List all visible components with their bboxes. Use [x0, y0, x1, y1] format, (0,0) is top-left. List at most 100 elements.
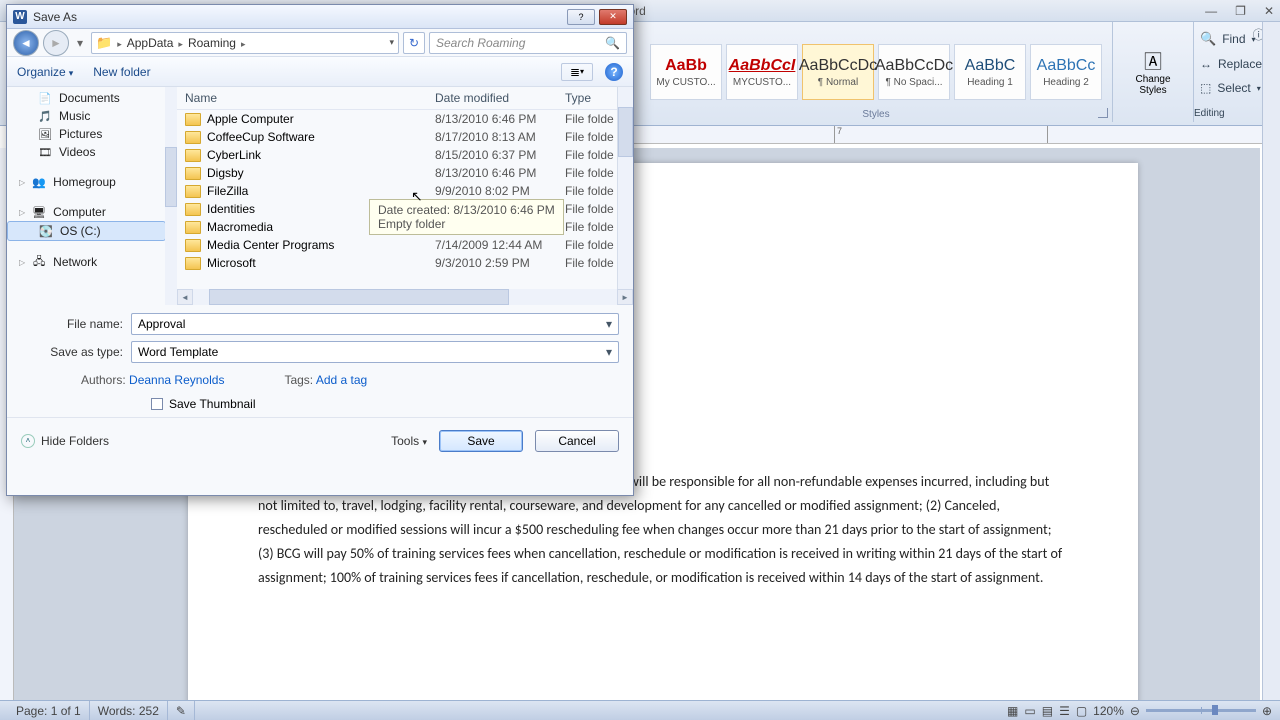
chevron-down-icon[interactable]: ▾	[606, 345, 612, 359]
file-row[interactable]: Media Center Programs7/14/2009 12:44 AMF…	[177, 236, 633, 254]
dialog-help-icon[interactable]: ?	[567, 9, 595, 25]
word-app-icon: W	[13, 10, 27, 24]
zoom-slider[interactable]	[1146, 709, 1256, 712]
computer-icon: 🖥	[31, 205, 47, 219]
chevron-down-icon[interactable]: ▾	[606, 317, 612, 331]
breadcrumb-segment[interactable]: Roaming	[188, 36, 236, 50]
close-icon[interactable]: ✕	[1264, 4, 1274, 18]
restore-icon[interactable]: ❐	[1235, 4, 1246, 18]
nav-computer[interactable]: ▷🖥Computer	[7, 203, 166, 221]
address-bar[interactable]: 📁 AppData Roaming ▾	[91, 32, 399, 54]
zoom-in-button[interactable]: ⊕	[1262, 704, 1272, 718]
search-input[interactable]: Search Roaming 🔍	[429, 32, 627, 54]
nav-homegroup[interactable]: ▷👥Homegroup	[7, 173, 166, 191]
search-icon: 🔍	[1200, 31, 1216, 47]
videos-icon: 🎞	[37, 145, 53, 159]
style-item[interactable]: AaBbCcHeading 2	[1030, 44, 1102, 100]
save-button[interactable]: Save	[439, 430, 523, 452]
change-styles-icon: 🄰	[1144, 48, 1162, 74]
find-button[interactable]: 🔍Find ▾	[1200, 28, 1256, 50]
replace-button[interactable]: ↔Replace	[1200, 54, 1262, 74]
nav-forward-button[interactable]: ►	[43, 30, 69, 56]
folder-icon	[185, 239, 201, 252]
file-row[interactable]: Apple Computer8/13/2010 6:46 PMFile fold…	[177, 110, 633, 128]
dialog-help-button[interactable]: ?	[605, 63, 623, 81]
search-icon[interactable]: 🔍	[605, 36, 620, 50]
col-type[interactable]: Type	[565, 91, 625, 105]
nav-music[interactable]: 🎵Music	[7, 107, 166, 125]
navigation-pane[interactable]: 📄Documents 🎵Music 🖼Pictures 🎞Videos ▷👥Ho…	[7, 87, 167, 273]
nav-documents[interactable]: 📄Documents	[7, 89, 166, 107]
folder-icon	[185, 149, 201, 162]
folder-icon	[185, 221, 201, 234]
breadcrumb-segment[interactable]: AppData	[127, 36, 174, 50]
style-item[interactable]: AaBbCcIMYCUSTO...	[726, 44, 798, 100]
folder-icon	[185, 257, 201, 270]
zoom-out-button[interactable]: ⊖	[1130, 704, 1140, 718]
view-print-layout-icon[interactable]: ▦	[1007, 704, 1018, 718]
file-row[interactable]: Digsby8/13/2010 6:46 PMFile folde	[177, 164, 633, 182]
proofing-icon[interactable]: ✎	[168, 701, 195, 720]
file-row[interactable]: CoffeeCup Software8/17/2010 8:13 AMFile …	[177, 128, 633, 146]
style-item[interactable]: AaBbCHeading 1	[954, 44, 1026, 100]
savetype-select[interactable]: Word Template▾	[131, 341, 619, 363]
hide-folders-button[interactable]: ˄ Hide Folders	[21, 434, 109, 448]
address-dropdown[interactable]: ▾	[389, 37, 394, 48]
dialog-title: Save As	[33, 10, 77, 24]
style-item[interactable]: AaBbMy CUSTO...	[650, 44, 722, 100]
filename-input[interactable]: Approval▾	[131, 313, 619, 335]
search-placeholder: Search Roaming	[436, 36, 525, 50]
new-folder-button[interactable]: New folder	[93, 65, 150, 79]
style-item[interactable]: AaBbCcDc¶ No Spaci...	[878, 44, 950, 100]
file-list[interactable]: Name Date modified Type Apple Computer8/…	[177, 87, 633, 305]
file-row[interactable]: CyberLink8/15/2010 6:37 PMFile folde	[177, 146, 633, 164]
nav-drive-c[interactable]: 💽OS (C:)	[7, 221, 166, 241]
nav-network[interactable]: ▷🖧Network	[7, 253, 166, 271]
save-as-dialog: W Save As ? ✕ ◄ ► ▾ 📁 AppData Roaming ▾ …	[6, 4, 634, 496]
view-draft-icon[interactable]: ▢	[1076, 704, 1087, 718]
styles-gallery[interactable]: AaBbMy CUSTO...AaBbCcIMYCUSTO...AaBbCcDc…	[640, 22, 1113, 122]
save-thumbnail-checkbox[interactable]	[151, 398, 163, 410]
file-row[interactable]: Microsoft9/3/2010 2:59 PMFile folde	[177, 254, 633, 272]
view-fullscreen-icon[interactable]: ▭	[1024, 704, 1035, 718]
filelist-vertical-scrollbar[interactable]	[617, 87, 633, 289]
select-button[interactable]: ⬚Select ▾	[1200, 78, 1261, 98]
col-name[interactable]: Name	[185, 91, 435, 105]
folder-icon	[185, 203, 201, 216]
styles-dialog-launcher[interactable]	[1098, 108, 1108, 118]
view-web-icon[interactable]: ▤	[1042, 704, 1053, 718]
status-words[interactable]: Words: 252	[90, 701, 168, 720]
view-options[interactable]: ≣ ▾	[561, 63, 593, 81]
col-date[interactable]: Date modified	[435, 91, 565, 105]
status-page[interactable]: Page: 1 of 1	[8, 701, 90, 720]
authors-label: Authors:	[81, 373, 126, 387]
nav-back-button[interactable]: ◄	[13, 30, 39, 56]
file-list-header[interactable]: Name Date modified Type	[177, 87, 633, 110]
styles-group-label: Styles	[640, 107, 1112, 122]
filelist-horizontal-scrollbar[interactable]: ◄►	[177, 289, 633, 305]
zoom-level[interactable]: 120%	[1093, 704, 1124, 718]
view-outline-icon[interactable]: ☰	[1059, 704, 1070, 718]
nav-pictures[interactable]: 🖼Pictures	[7, 125, 166, 143]
cancel-button[interactable]: Cancel	[535, 430, 619, 452]
change-styles-group[interactable]: 🄰 Change Styles	[1113, 22, 1194, 122]
authors-link[interactable]: Deanna Reynolds	[129, 373, 224, 387]
dialog-footer: ˄ Hide Folders Tools ▾ Save Cancel	[7, 417, 633, 463]
dialog-close-icon[interactable]: ✕	[599, 9, 627, 25]
minimize-icon[interactable]: —	[1205, 4, 1217, 18]
network-icon: 🖧	[31, 255, 47, 269]
save-thumbnail-label[interactable]: Save Thumbnail	[169, 397, 256, 411]
file-row[interactable]: FileZilla9/9/2010 8:02 PMFile folde	[177, 182, 633, 200]
tags-link[interactable]: Add a tag	[316, 373, 367, 387]
nav-history-dropdown[interactable]: ▾	[73, 36, 87, 50]
music-icon: 🎵	[37, 109, 53, 123]
style-item[interactable]: AaBbCcDc¶ Normal	[802, 44, 874, 100]
vertical-scrollbar[interactable]	[1262, 22, 1280, 700]
nav-videos[interactable]: 🎞Videos	[7, 143, 166, 161]
tools-menu[interactable]: Tools ▾	[391, 434, 427, 448]
refresh-button[interactable]: ↻	[403, 32, 425, 54]
organize-menu[interactable]: Organize	[17, 65, 73, 79]
address-bar-row: ◄ ► ▾ 📁 AppData Roaming ▾ ↻ Search Roami…	[7, 29, 633, 57]
dialog-titlebar[interactable]: W Save As ? ✕	[7, 5, 633, 29]
navpane-scrollbar[interactable]	[165, 87, 177, 305]
